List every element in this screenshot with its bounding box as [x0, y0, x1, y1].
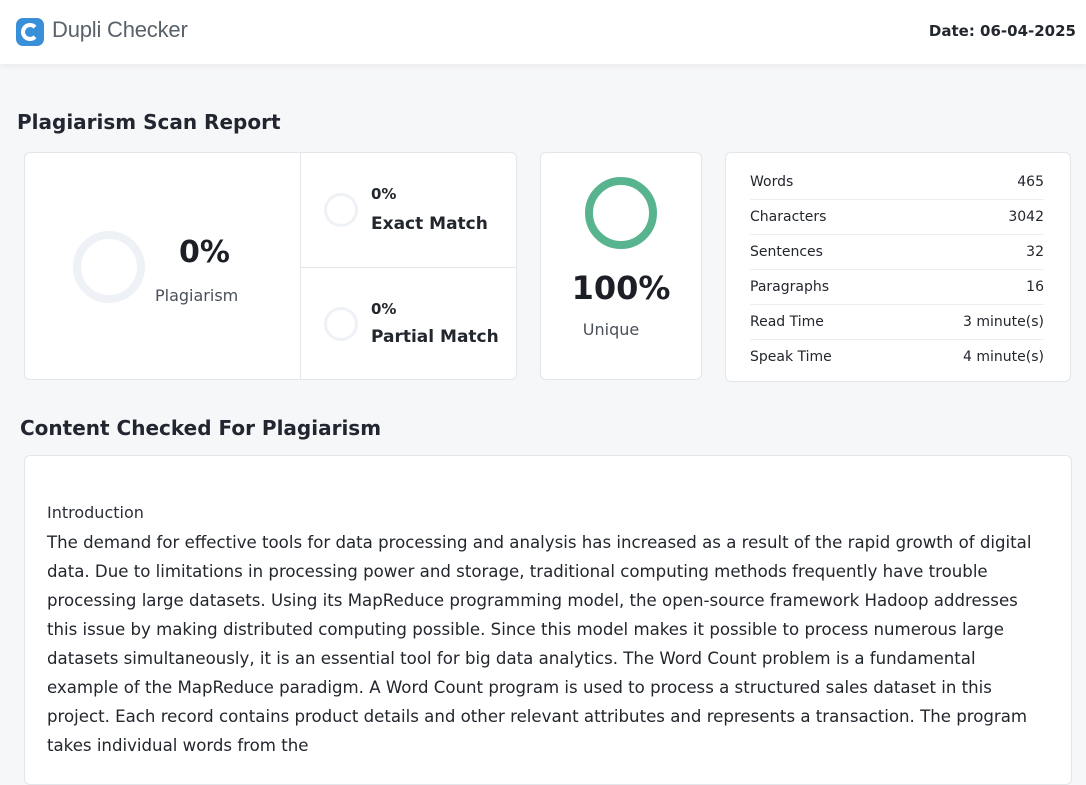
exact-match-ring-icon	[324, 193, 358, 227]
stat-value: 4 minute(s)	[963, 349, 1044, 365]
stat-row-read-time: Read Time 3 minute(s)	[750, 304, 1044, 340]
stat-label: Speak Time	[750, 349, 832, 365]
plagiarism-percent: 0%	[179, 235, 230, 270]
stat-row-characters: Characters 3042	[750, 199, 1044, 235]
checked-content-text: The demand for effective tools for data …	[47, 533, 1032, 755]
checked-content-card: Introduction The demand for effective to…	[24, 455, 1072, 785]
text-stats-card: Words 465 Characters 3042 Sentences 32 P…	[725, 152, 1071, 382]
unique-summary-card: 100% Unique	[540, 152, 702, 380]
brand-name[interactable]: Dupli Checker	[52, 17, 188, 43]
exact-match-percent: 0%	[371, 185, 397, 203]
stat-label: Paragraphs	[750, 279, 830, 295]
top-header: Dupli Checker Date: 06-04-2025	[0, 0, 1086, 64]
stat-row-sentences: Sentences 32	[750, 234, 1044, 270]
unique-ring-icon	[585, 177, 657, 249]
stat-label: Read Time	[750, 314, 824, 330]
stat-row-speak-time: Speak Time 4 minute(s)	[750, 339, 1044, 374]
exact-match-label: Exact Match	[371, 214, 488, 234]
stat-row-words: Words 465	[750, 164, 1044, 200]
plagiarism-label: Plagiarism	[155, 286, 239, 305]
dupli-checker-logo-icon[interactable]	[16, 18, 44, 46]
content-section-title: Content Checked For Plagiarism	[20, 416, 382, 440]
stat-value: 3042	[1008, 209, 1044, 225]
report-date: Date: 06-04-2025	[928, 22, 1076, 40]
partial-match-label: Partial Match	[371, 327, 499, 347]
card-divider-horizontal	[301, 267, 516, 268]
stat-label: Sentences	[750, 244, 823, 260]
partial-match-percent: 0%	[371, 300, 397, 318]
card-divider-vertical	[300, 153, 301, 379]
plagiarism-ring-icon	[73, 231, 145, 303]
plagiarism-summary-card: 0% Plagiarism 0% Exact Match 0% Partial …	[24, 152, 517, 380]
stat-value: 32	[1026, 244, 1044, 260]
stat-label: Characters	[750, 209, 827, 225]
unique-label: Unique	[582, 320, 640, 339]
stat-label: Words	[750, 174, 794, 190]
report-title: Plagiarism Scan Report	[17, 110, 281, 134]
stat-value: 3 minute(s)	[963, 314, 1044, 330]
stat-row-paragraphs: Paragraphs 16	[750, 269, 1044, 305]
unique-percent: 100%	[571, 269, 671, 307]
stat-value: 465	[1017, 174, 1044, 190]
stat-value: 16	[1026, 279, 1044, 295]
partial-match-ring-icon	[324, 307, 358, 341]
intro-heading: Introduction	[47, 503, 144, 522]
